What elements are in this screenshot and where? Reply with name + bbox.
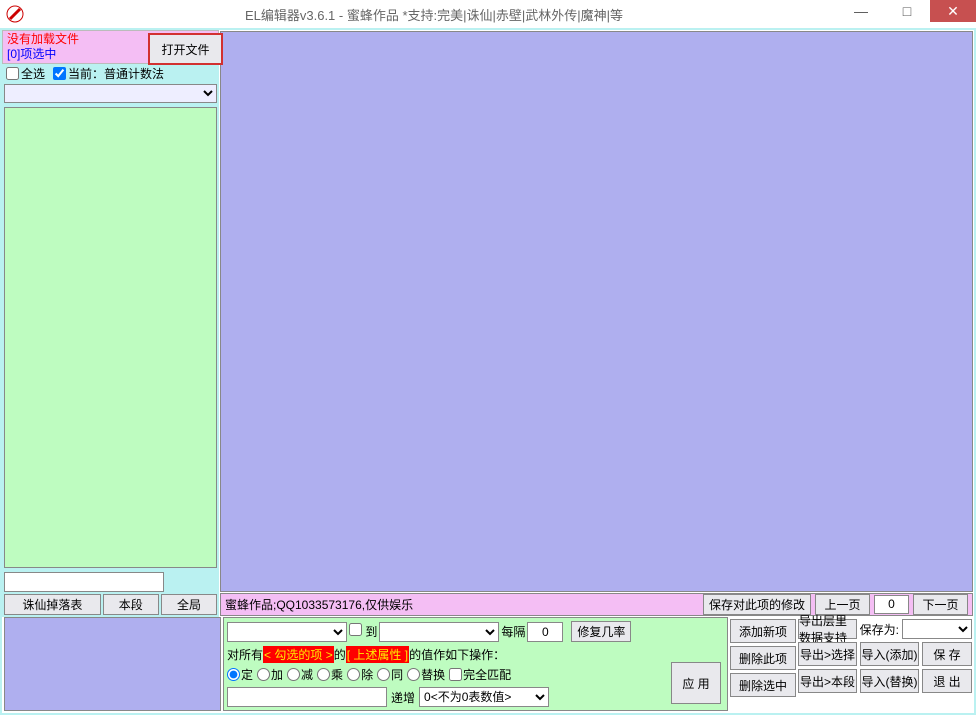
delete-item-button[interactable]: 删除此项 bbox=[730, 646, 796, 670]
op-sub-radio[interactable]: 减 bbox=[287, 666, 313, 683]
filter-input[interactable] bbox=[4, 572, 164, 592]
window-title: EL编辑器v3.6.1 - 蜜蜂作品 *支持:完美|诛仙|赤壁|武林外传|魔神|… bbox=[30, 5, 838, 24]
bottom-left-panel bbox=[4, 617, 221, 711]
import-add-button[interactable]: 导入(添加) bbox=[860, 642, 919, 666]
delete-selected-button[interactable]: 删除选中 bbox=[730, 673, 796, 697]
select-all-checkbox[interactable]: 全选 bbox=[6, 65, 45, 82]
batch-op-panel: 到 每隔 修复几率 应 用 对所有 < 勾选的项 > 的 [ 上述属性 ] 的值… bbox=[223, 617, 728, 711]
op-set-radio[interactable]: 定 bbox=[227, 666, 253, 683]
current-mode-checkbox[interactable]: 当前：普通计数法 bbox=[53, 65, 164, 82]
export-segment-button[interactable]: 导出>本段 bbox=[798, 669, 857, 693]
op-mul-radio[interactable]: 乘 bbox=[317, 666, 343, 683]
open-file-button[interactable]: 打开文件 bbox=[148, 33, 223, 65]
zero-rule-select[interactable]: 0<不为0表数值> bbox=[419, 687, 549, 707]
op-fullmatch-checkbox[interactable]: 完全匹配 bbox=[449, 666, 511, 683]
import-replace-button[interactable]: 导入(替换) bbox=[860, 669, 919, 693]
export-layer-support-button[interactable]: 导出层里数据支持 bbox=[798, 619, 857, 639]
segment-button[interactable]: 本段 bbox=[103, 594, 159, 615]
every-label: 每隔 bbox=[501, 623, 525, 640]
increment-label: 递增 bbox=[391, 689, 415, 706]
add-item-button[interactable]: 添加新项 bbox=[730, 619, 796, 643]
op-div-radio[interactable]: 除 bbox=[347, 666, 373, 683]
save-as-label: 保存为: bbox=[860, 621, 899, 638]
app-icon bbox=[6, 5, 24, 23]
export-select-button[interactable]: 导出>选择 bbox=[798, 642, 857, 666]
exit-button[interactable]: 退 出 bbox=[922, 669, 972, 693]
titlebar: EL编辑器v3.6.1 - 蜜蜂作品 *支持:完美|诛仙|赤壁|武林外传|魔神|… bbox=[0, 0, 976, 28]
every-input[interactable] bbox=[527, 622, 563, 642]
item-list[interactable] bbox=[4, 107, 217, 568]
drop-table-button[interactable]: 诛仙掉落表 bbox=[4, 594, 101, 615]
section-select[interactable] bbox=[4, 84, 217, 103]
next-page-button[interactable]: 下一页 bbox=[913, 594, 968, 615]
status-bar: 蜜蜂作品;QQ1033573176,仅供娱乐 保存对此项的修改 上一页 0 下一… bbox=[220, 593, 973, 616]
from-value-select[interactable] bbox=[227, 622, 347, 642]
close-button[interactable]: ✕ bbox=[930, 0, 976, 22]
save-item-changes-button[interactable]: 保存对此项的修改 bbox=[703, 594, 811, 615]
op-description: 对所有 < 勾选的项 > 的 [ 上述属性 ] 的值作如下操作： bbox=[227, 646, 724, 663]
save-button[interactable]: 保 存 bbox=[922, 642, 972, 666]
credit-text: 蜜蜂作品;QQ1033573176,仅供娱乐 bbox=[225, 596, 699, 613]
global-button[interactable]: 全局 bbox=[161, 594, 217, 615]
minimize-button[interactable]: ― bbox=[838, 0, 884, 22]
apply-button[interactable]: 应 用 bbox=[671, 662, 721, 704]
to-checkbox[interactable]: 到 bbox=[349, 623, 377, 640]
fix-rate-button[interactable]: 修复几率 bbox=[571, 621, 631, 642]
value-input[interactable] bbox=[227, 687, 387, 707]
main-property-area[interactable] bbox=[220, 31, 973, 592]
page-number: 0 bbox=[874, 595, 909, 614]
op-replace-radio[interactable]: 替换 bbox=[407, 666, 445, 683]
op-same-radio[interactable]: 同 bbox=[377, 666, 403, 683]
to-value-select[interactable] bbox=[379, 622, 499, 642]
op-add-radio[interactable]: 加 bbox=[257, 666, 283, 683]
maximize-button[interactable]: □ bbox=[884, 0, 930, 22]
save-as-select[interactable] bbox=[902, 619, 972, 639]
